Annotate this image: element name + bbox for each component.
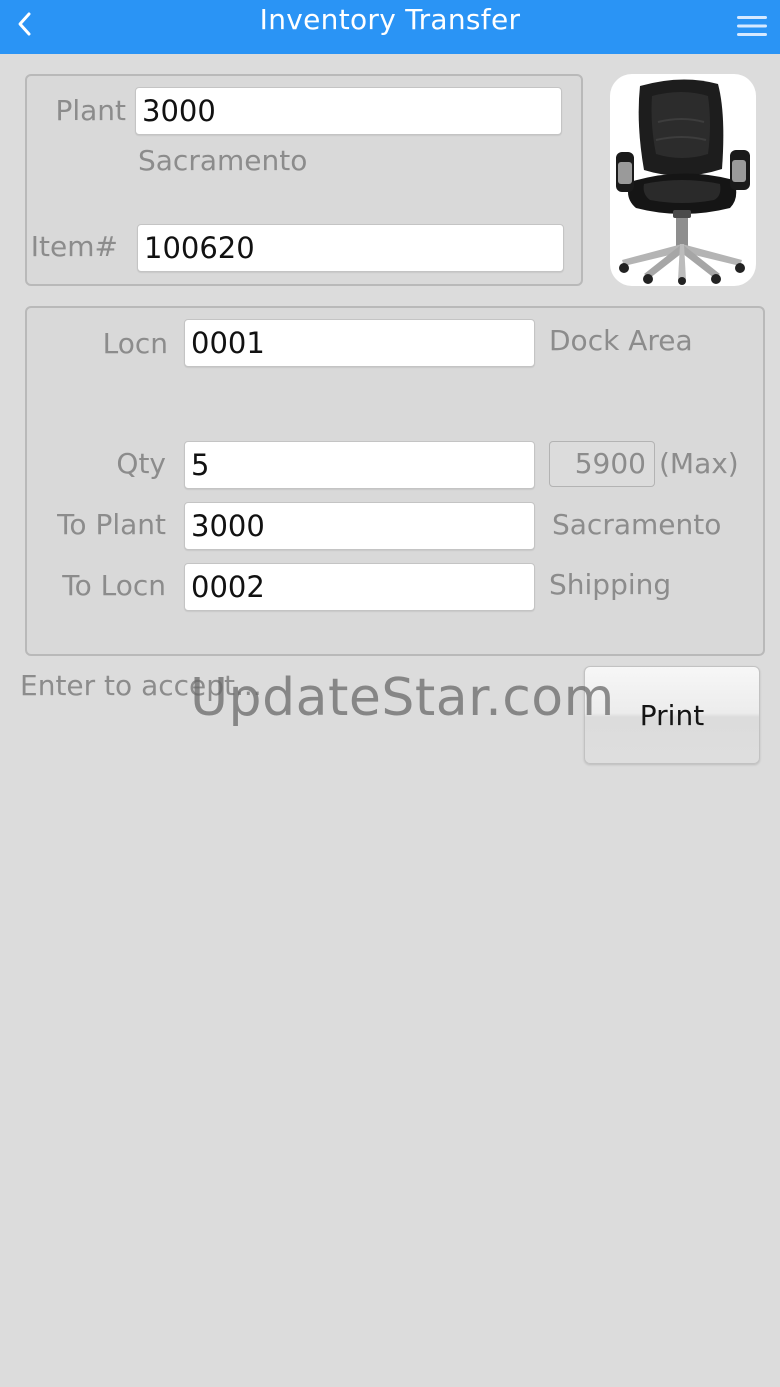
- status-message: Enter to accept...: [20, 669, 262, 702]
- item-number-input[interactable]: [137, 224, 564, 272]
- item-number-label: Item#: [30, 230, 118, 263]
- to-plant-name: Sacramento: [552, 508, 722, 541]
- plant-name: Sacramento: [138, 144, 308, 177]
- product-image: [610, 74, 756, 286]
- page-title: Inventory Transfer: [259, 3, 521, 36]
- location-label: Locn: [102, 327, 168, 360]
- to-location-input[interactable]: [184, 563, 535, 611]
- print-button[interactable]: Print: [584, 666, 760, 764]
- to-plant-input[interactable]: [184, 502, 535, 550]
- quantity-label: Qty: [116, 447, 166, 480]
- app-header: Inventory Transfer: [0, 0, 780, 54]
- to-location-label: To Locn: [62, 569, 166, 602]
- plant-label: Plant: [55, 94, 126, 127]
- quantity-input[interactable]: [184, 441, 535, 489]
- location-input[interactable]: [184, 319, 535, 367]
- menu-button[interactable]: [732, 10, 772, 46]
- plant-input[interactable]: [135, 87, 562, 135]
- to-plant-label: To Plant: [57, 508, 166, 541]
- office-chair-image: [616, 79, 750, 285]
- to-location-name: Shipping: [549, 568, 672, 601]
- location-name: Dock Area: [549, 324, 693, 357]
- max-quantity-value: 5900: [549, 441, 655, 487]
- max-quantity-label: (Max): [659, 447, 739, 480]
- hamburger-menu-icon: [736, 13, 768, 43]
